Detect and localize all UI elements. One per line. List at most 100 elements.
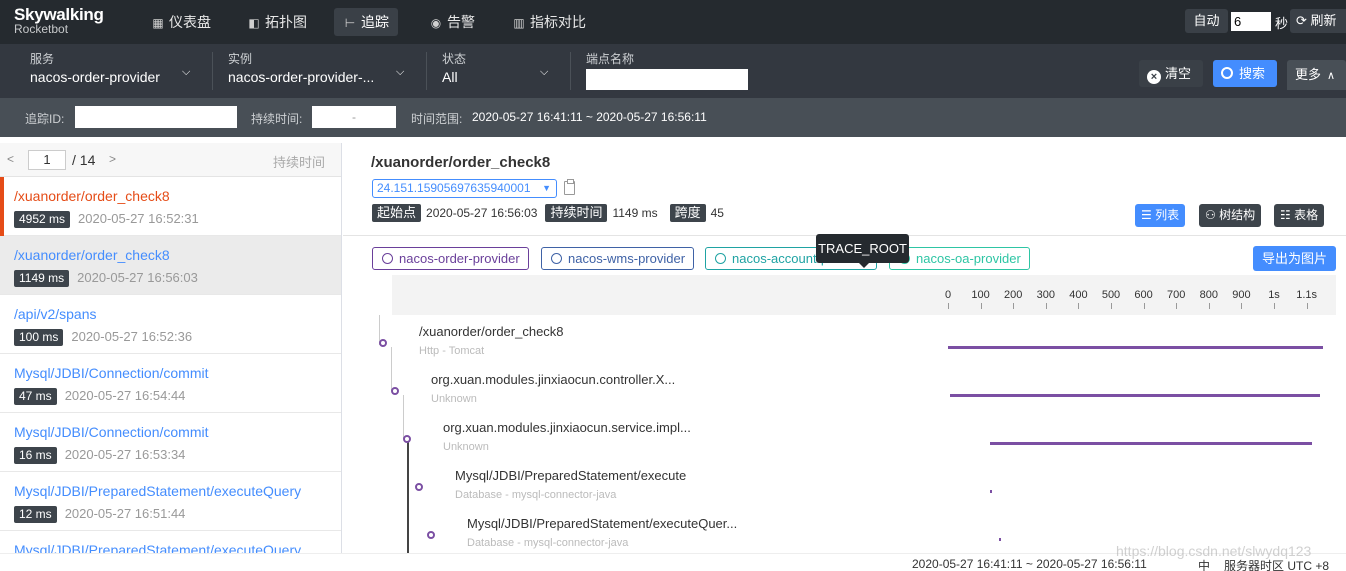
divider <box>570 52 571 90</box>
divider <box>212 52 213 90</box>
search-label: 搜索 <box>1239 66 1266 81</box>
duration-tag: 持续时间 <box>545 204 608 222</box>
axis-tick-line <box>980 303 982 309</box>
more-button[interactable]: 更多 ∧ <box>1287 60 1346 90</box>
nav-dashboard[interactable]: ▦ 仪表盘 <box>142 8 220 36</box>
span-row[interactable]: org.xuan.modules.jinxiaocun.controller.X… <box>343 369 1346 417</box>
span-duration-bar[interactable] <box>949 394 1320 397</box>
span-duration-bar[interactable] <box>998 538 1001 541</box>
service-tag-order[interactable]: nacos-order-provider <box>372 247 529 270</box>
clear-label: 清空 <box>1165 66 1192 81</box>
language-toggle[interactable]: 中 <box>1198 557 1210 571</box>
service-tag-wms[interactable]: nacos-wms-provider <box>541 247 695 270</box>
trace-id-select[interactable]: 24.151.15905697635940001 ▼ <box>372 179 557 198</box>
time-range-value[interactable]: 2020-05-27 16:41:11 ~ 2020-05-27 16:56:1… <box>472 110 707 124</box>
axis-tick-line <box>1078 303 1080 309</box>
endpoint-input[interactable] <box>586 69 748 90</box>
nav-topology[interactable]: ◧ 拓扑图 <box>238 8 316 36</box>
dashboard-icon: ▦ <box>152 16 164 30</box>
nav-trace[interactable]: ⊢ 追踪 <box>334 8 398 36</box>
logo[interactable]: Skywalking Rocketbot <box>14 5 104 36</box>
service-tag-oa[interactable]: nacos-oa-provider <box>889 247 1030 270</box>
span-type: Database - mysql-connector-java <box>455 489 617 501</box>
endpoint-label: 端点名称 <box>586 52 635 66</box>
axis-tick-line <box>1143 303 1145 309</box>
trace-id-value: 24.151.15905697635940001 <box>377 181 531 195</box>
compare-icon: ▥ <box>513 16 525 30</box>
copy-icon[interactable] <box>564 179 575 195</box>
span-duration-bar[interactable] <box>989 442 1313 445</box>
span-row[interactable]: Mysql/JDBI/PreparedStatement/execute Data… <box>343 465 1346 513</box>
trace-endpoint: Mysql/JDBI/PreparedStatement/executeQuer… <box>14 483 302 499</box>
page-input[interactable]: 1 <box>28 150 66 170</box>
trace-list-item[interactable]: /xuanorder/order_check8 1149 ms 2020-05-2… <box>0 236 341 295</box>
chevron-down-icon: ⌵ <box>540 66 549 78</box>
axis-tick: 800 <box>1199 289 1218 301</box>
axis-tick: 700 <box>1167 289 1186 301</box>
clear-button[interactable]: × 清空 <box>1139 60 1203 87</box>
trace-list-item[interactable]: Mysql/JDBI/PreparedStatement/executeQuer… <box>0 531 341 553</box>
duration-badge: 4952 ms <box>14 211 71 228</box>
status-label: 状态 <box>442 52 467 66</box>
span-row[interactable]: /xuanorder/order_check8 Http - Tomcat <box>343 321 1346 369</box>
axis-tick: 600 <box>1134 289 1153 301</box>
span-duration-bar[interactable] <box>990 490 993 493</box>
trace-endpoint: /xuanorder/order_check8 <box>14 188 170 204</box>
trace-endpoint: /xuanorder/order_check8 <box>14 247 170 263</box>
trace-list-item[interactable]: /xuanorder/order_check8 4952 ms 2020-05-2… <box>0 177 341 236</box>
duration-range-input[interactable]: - <box>312 106 396 128</box>
sort-select[interactable]: 持续时间 <box>273 152 325 171</box>
status-value: All <box>442 69 458 85</box>
span-name: /xuanorder/order_check8 <box>419 324 564 339</box>
footer-time-range[interactable]: 2020-05-27 16:41:11 ~ 2020-05-27 16:56:1… <box>912 557 1147 571</box>
tooltip: TRACE_ROOT <box>816 234 909 268</box>
axis-tick: 0 <box>944 289 952 301</box>
brand-name: Skywalking <box>14 5 104 24</box>
nav-label: 追踪 <box>361 14 389 30</box>
status-select[interactable]: 状态 All ⌵ <box>442 52 554 86</box>
trace-id-input[interactable] <box>75 106 237 128</box>
view-label: 列表 <box>1155 208 1180 222</box>
start-tag: 起始点 <box>372 204 422 222</box>
span-name: Mysql/JDBI/PreparedStatement/executeQuer… <box>467 516 738 531</box>
nav-compare[interactable]: ▥ 指标对比 <box>503 8 595 36</box>
trace-list-item[interactable]: Mysql/JDBI/PreparedStatement/executeQuer… <box>0 472 341 531</box>
axis-tick: 1s <box>1268 289 1280 301</box>
instance-select[interactable]: 实例 nacos-order-provider-... ⌵ <box>228 52 410 86</box>
pager: < 1 / 14 > 持续时间 <box>0 143 341 177</box>
search-button[interactable]: 搜索 <box>1213 60 1277 87</box>
next-page-icon[interactable]: > <box>109 152 116 166</box>
span-value: 45 <box>710 206 724 220</box>
span-type: Http - Tomcat <box>419 345 485 357</box>
prev-page-icon[interactable]: < <box>7 152 14 166</box>
trace-list-item[interactable]: Mysql/JDBI/Connection/commit 47 ms 2020-0… <box>0 354 341 413</box>
axis-tick-line <box>1045 303 1047 309</box>
duration-badge: 16 ms <box>14 447 57 464</box>
auto-refresh-button[interactable]: 自动 <box>1185 9 1228 33</box>
trace-list-item[interactable]: /api/v2/spans 100 ms 2020-05-27 16:52:36 <box>0 295 341 354</box>
view-tree-button[interactable]: ⚇ 树结构 <box>1199 204 1262 227</box>
nav-alarm[interactable]: ◉ 告警 <box>420 8 484 36</box>
trace-id-label: 追踪ID: <box>25 112 65 126</box>
interval-input[interactable]: 6 <box>1231 12 1271 31</box>
trace-list-item[interactable]: Mysql/JDBI/Connection/commit 16 ms 2020-0… <box>0 413 341 472</box>
axis-tick-line <box>1241 303 1243 309</box>
service-select[interactable]: 服务 nacos-order-provider ⌵ <box>30 52 195 86</box>
trace-list-panel: < 1 / 14 > 持续时间 /xuanorder/order_check8 … <box>0 143 342 553</box>
chevron-up-icon: ∧ <box>1327 70 1336 82</box>
duration-badge: 1149 ms <box>14 270 70 287</box>
span-row[interactable]: org.xuan.modules.jinxiaocun.service.impl… <box>343 417 1346 465</box>
trace-endpoint: Mysql/JDBI/Connection/commit <box>14 365 209 381</box>
view-table-button[interactable]: ☷ 表格 <box>1274 204 1325 227</box>
export-image-button[interactable]: 导出为图片 <box>1253 246 1336 271</box>
refresh-icon: ⟳ <box>1296 13 1311 28</box>
span-duration-bar[interactable] <box>948 346 1323 349</box>
view-list-button[interactable]: ☰ 列表 <box>1135 204 1186 227</box>
trace-detail-panel: /xuanorder/order_check8 24.151.159056976… <box>343 143 1346 553</box>
nav-label: 拓扑图 <box>265 14 307 30</box>
refresh-button[interactable]: ⟳ 刷新 <box>1290 9 1346 33</box>
list-icon: ☰ <box>1141 208 1156 222</box>
axis-tick-line <box>1111 303 1112 309</box>
trace-info: 起始点 2020-05-27 16:56:03 持续时间 1149 ms 跨度 45 <box>372 204 724 222</box>
service-name: nacos-wms-provider <box>568 251 686 266</box>
